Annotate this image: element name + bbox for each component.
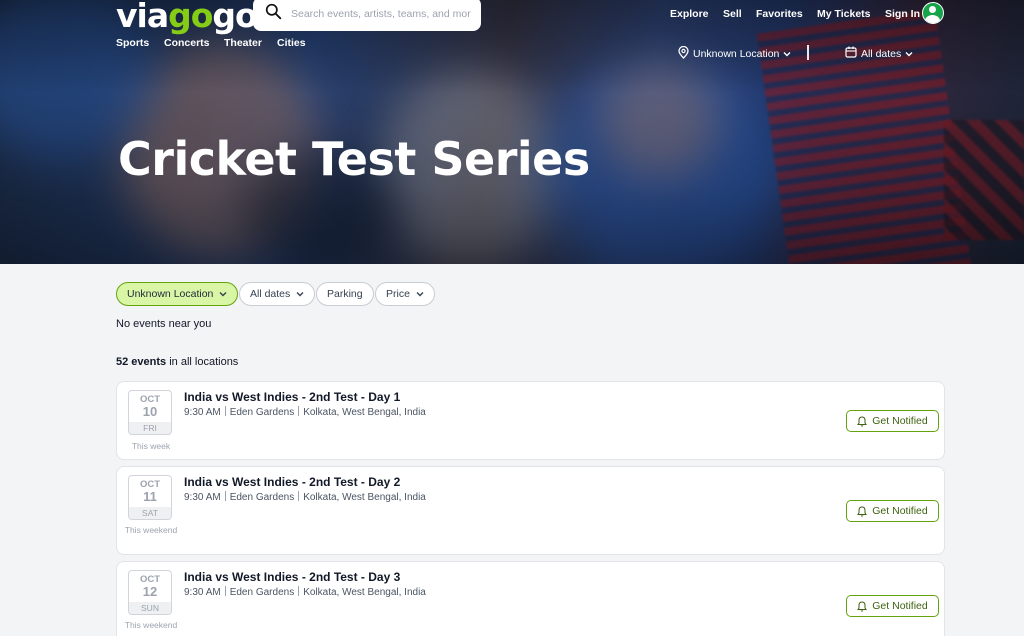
no-events-message: No events near you bbox=[116, 318, 212, 330]
date-selector[interactable]: All dates bbox=[845, 46, 913, 61]
get-notified-button[interactable]: Get Notified bbox=[846, 410, 939, 432]
category-cities[interactable]: Cities bbox=[277, 37, 306, 49]
chevron-down-icon bbox=[905, 48, 913, 60]
nav-explore[interactable]: Explore bbox=[670, 8, 709, 20]
event-card[interactable]: OCT 12 SUN This weekend India vs West In… bbox=[116, 561, 945, 636]
event-date: OCT 10 FRI bbox=[128, 390, 172, 435]
event-when: This week bbox=[131, 441, 171, 451]
nav-my-tickets[interactable]: My Tickets bbox=[817, 8, 871, 20]
chevron-down-icon bbox=[416, 292, 424, 297]
filter-location[interactable]: Unknown Location bbox=[116, 282, 239, 306]
events-count: 52 events in all locations bbox=[116, 356, 239, 368]
avatar-icon[interactable] bbox=[922, 2, 944, 24]
event-card[interactable]: OCT 10 FRI This week India vs West Indie… bbox=[116, 381, 945, 460]
filter-price[interactable]: Price bbox=[375, 282, 435, 306]
event-meta: 9:30 AM Eden Gardens Kolkata, West Bengal,… bbox=[184, 586, 426, 598]
page-title: Cricket Test Series bbox=[118, 132, 590, 186]
event-date: OCT 11 SAT bbox=[128, 475, 172, 520]
event-when: This weekend bbox=[124, 620, 178, 630]
hero-banner: viagogo Explore Sell Favorites My Ticket… bbox=[0, 0, 1024, 264]
search-icon bbox=[265, 3, 282, 25]
category-theater[interactable]: Theater bbox=[224, 37, 262, 49]
divider bbox=[807, 45, 809, 60]
event-title[interactable]: India vs West Indies - 2nd Test - Day 2 bbox=[184, 475, 400, 489]
calendar-icon bbox=[845, 46, 857, 61]
viagogo-logo[interactable]: viagogo bbox=[116, 0, 258, 35]
chevron-down-icon bbox=[296, 292, 304, 297]
category-sports[interactable]: Sports bbox=[116, 37, 149, 49]
event-date: OCT 12 SUN bbox=[128, 570, 172, 615]
chevron-down-icon bbox=[219, 292, 227, 297]
event-when: This weekend bbox=[124, 525, 178, 535]
get-notified-button[interactable]: Get Notified bbox=[846, 500, 939, 522]
bell-icon bbox=[857, 600, 868, 612]
event-card[interactable]: OCT 11 SAT This weekend India vs West In… bbox=[116, 466, 945, 555]
filter-dates[interactable]: All dates bbox=[239, 282, 316, 306]
nav-sell[interactable]: Sell bbox=[723, 8, 742, 20]
search-input[interactable] bbox=[291, 8, 471, 20]
category-concerts[interactable]: Concerts bbox=[164, 37, 210, 49]
event-meta: 9:30 AM Eden Gardens Kolkata, West Bengal,… bbox=[184, 491, 426, 503]
event-title[interactable]: India vs West Indies - 2nd Test - Day 1 bbox=[184, 390, 400, 404]
location-selector[interactable]: Unknown Location bbox=[678, 45, 791, 62]
get-notified-button[interactable]: Get Notified bbox=[846, 595, 939, 617]
nav-favorites[interactable]: Favorites bbox=[756, 8, 803, 20]
chevron-down-icon bbox=[783, 48, 791, 60]
search-bar[interactable] bbox=[253, 0, 481, 31]
bell-icon bbox=[857, 505, 868, 517]
event-title[interactable]: India vs West Indies - 2nd Test - Day 3 bbox=[184, 570, 400, 584]
event-meta: 9:30 AM Eden Gardens Kolkata, West Bengal,… bbox=[184, 406, 426, 418]
filter-parking[interactable]: Parking bbox=[316, 282, 374, 306]
nav-sign-in[interactable]: Sign In bbox=[885, 8, 920, 20]
map-pin-icon bbox=[678, 45, 689, 62]
bell-icon bbox=[857, 415, 868, 427]
